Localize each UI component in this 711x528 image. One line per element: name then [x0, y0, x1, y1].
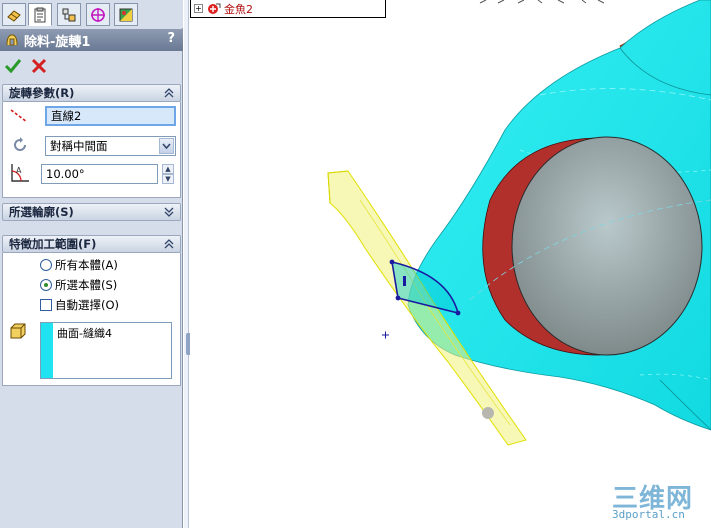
expand-plus-icon[interactable]: +	[194, 4, 203, 13]
angle-spinner[interactable]: ▲ ▼	[162, 164, 174, 184]
list-item[interactable]: 曲面-縫織4	[57, 325, 112, 341]
axis-line-icon	[10, 109, 28, 123]
featuremanager-tab-icon	[7, 9, 21, 22]
expand-chevron-icon	[164, 207, 174, 217]
display-manager-tab-icon	[119, 8, 133, 21]
property-manager-panel: 除料-旋轉1 ? 旋轉參數(R) 直線2 對稱中間面 A 10.00° ▲ ▼ …	[0, 0, 183, 528]
all-bodies-label: 所有本體(A)	[55, 258, 118, 272]
eyeball-surface[interactable]	[511, 136, 703, 356]
all-bodies-option[interactable]: 所有本體(A)	[40, 257, 118, 273]
featuremanager-tab[interactable]	[2, 3, 26, 26]
revolve-params-header[interactable]: 旋轉參數(R)	[2, 84, 181, 102]
chevron-down-icon	[162, 143, 171, 149]
revolve-type-select[interactable]: 對稱中間面	[45, 136, 176, 156]
graphics-viewport[interactable]	[190, 0, 711, 528]
part-icon	[208, 3, 221, 14]
display-manager-tab[interactable]	[114, 3, 138, 26]
feature-tree-fragment: + 金魚2	[190, 0, 386, 18]
dropdown-arrow-button[interactable]	[159, 138, 174, 154]
ok-cancel-bar	[0, 52, 183, 82]
propertymanager-title: 除料-旋轉1	[24, 34, 91, 50]
configurationmanager-tab-icon	[62, 8, 76, 21]
dimxpert-tab[interactable]	[86, 3, 110, 26]
sketch-point[interactable]	[389, 259, 395, 265]
revolve-angle-input[interactable]: 10.00°	[41, 164, 158, 184]
panel-splitter[interactable]	[184, 0, 189, 528]
sketch-point	[403, 276, 406, 286]
tree-item-label[interactable]: 金魚2	[224, 1, 253, 17]
feature-scope-title: 特徵加工範圍(F)	[9, 237, 97, 251]
propertymanager-tab[interactable]	[28, 3, 52, 26]
manager-tab-bar	[0, 0, 183, 28]
cut-revolve-icon	[6, 34, 18, 46]
propertymanager-title-bar: 除料-旋轉1 ?	[0, 29, 183, 51]
revolve-type-value: 對稱中間面	[50, 139, 108, 153]
revolve-params-body: 直線2 對稱中間面 A 10.00° ▲ ▼	[2, 102, 181, 198]
spin-up-arrow-icon[interactable]: ▲	[162, 164, 174, 174]
collapse-chevron-icon	[164, 239, 174, 249]
configurationmanager-tab[interactable]	[57, 3, 81, 26]
bodies-to-affect-list[interactable]: 曲面-縫織4	[40, 322, 172, 379]
solid-bodies-icon	[10, 323, 26, 339]
selected-bodies-radio[interactable]	[40, 279, 52, 291]
model-scene[interactable]	[190, 0, 711, 528]
selected-contours-title: 所選輪廓(S)	[9, 205, 74, 219]
dimxpert-tab-icon	[91, 7, 105, 22]
revolve-params-title: 旋轉參數(R)	[9, 86, 75, 100]
sketch-point[interactable]	[395, 295, 401, 301]
selection-color-strip	[41, 323, 53, 378]
all-bodies-radio[interactable]	[40, 259, 52, 271]
auto-select-checkbox[interactable]	[40, 299, 52, 311]
propertymanager-tab-icon	[34, 7, 46, 22]
origin-cross-icon	[382, 331, 389, 339]
cancel-x-icon[interactable]	[30, 57, 48, 75]
preview-end-cap	[482, 407, 494, 419]
collapse-chevron-icon	[164, 88, 174, 98]
spin-down-arrow-icon[interactable]: ▼	[162, 174, 174, 184]
feature-scope-header[interactable]: 特徵加工範圍(F)	[2, 235, 181, 253]
selected-contours-header[interactable]: 所選輪廓(S)	[2, 203, 181, 221]
watermark: 三维网 3dportal.cn	[612, 478, 708, 524]
auto-select-option[interactable]: 自動選擇(O)	[40, 297, 119, 313]
sketch-point[interactable]	[455, 310, 461, 316]
revolve-direction-icon[interactable]	[11, 136, 29, 154]
svg-text:A: A	[16, 166, 22, 175]
auto-select-label: 自動選擇(O)	[55, 298, 120, 312]
ok-check-icon[interactable]	[4, 57, 22, 75]
revolve-axis-field[interactable]: 直線2	[45, 106, 176, 126]
angle-icon: A	[11, 164, 29, 182]
help-button[interactable]: ?	[167, 31, 175, 46]
heads-up-toolbar-remnant	[479, 0, 605, 4]
selected-bodies-label: 所選本體(S)	[55, 278, 118, 292]
selected-bodies-option[interactable]: 所選本體(S)	[40, 277, 117, 293]
watermark-url: 3dportal.cn	[612, 508, 685, 521]
